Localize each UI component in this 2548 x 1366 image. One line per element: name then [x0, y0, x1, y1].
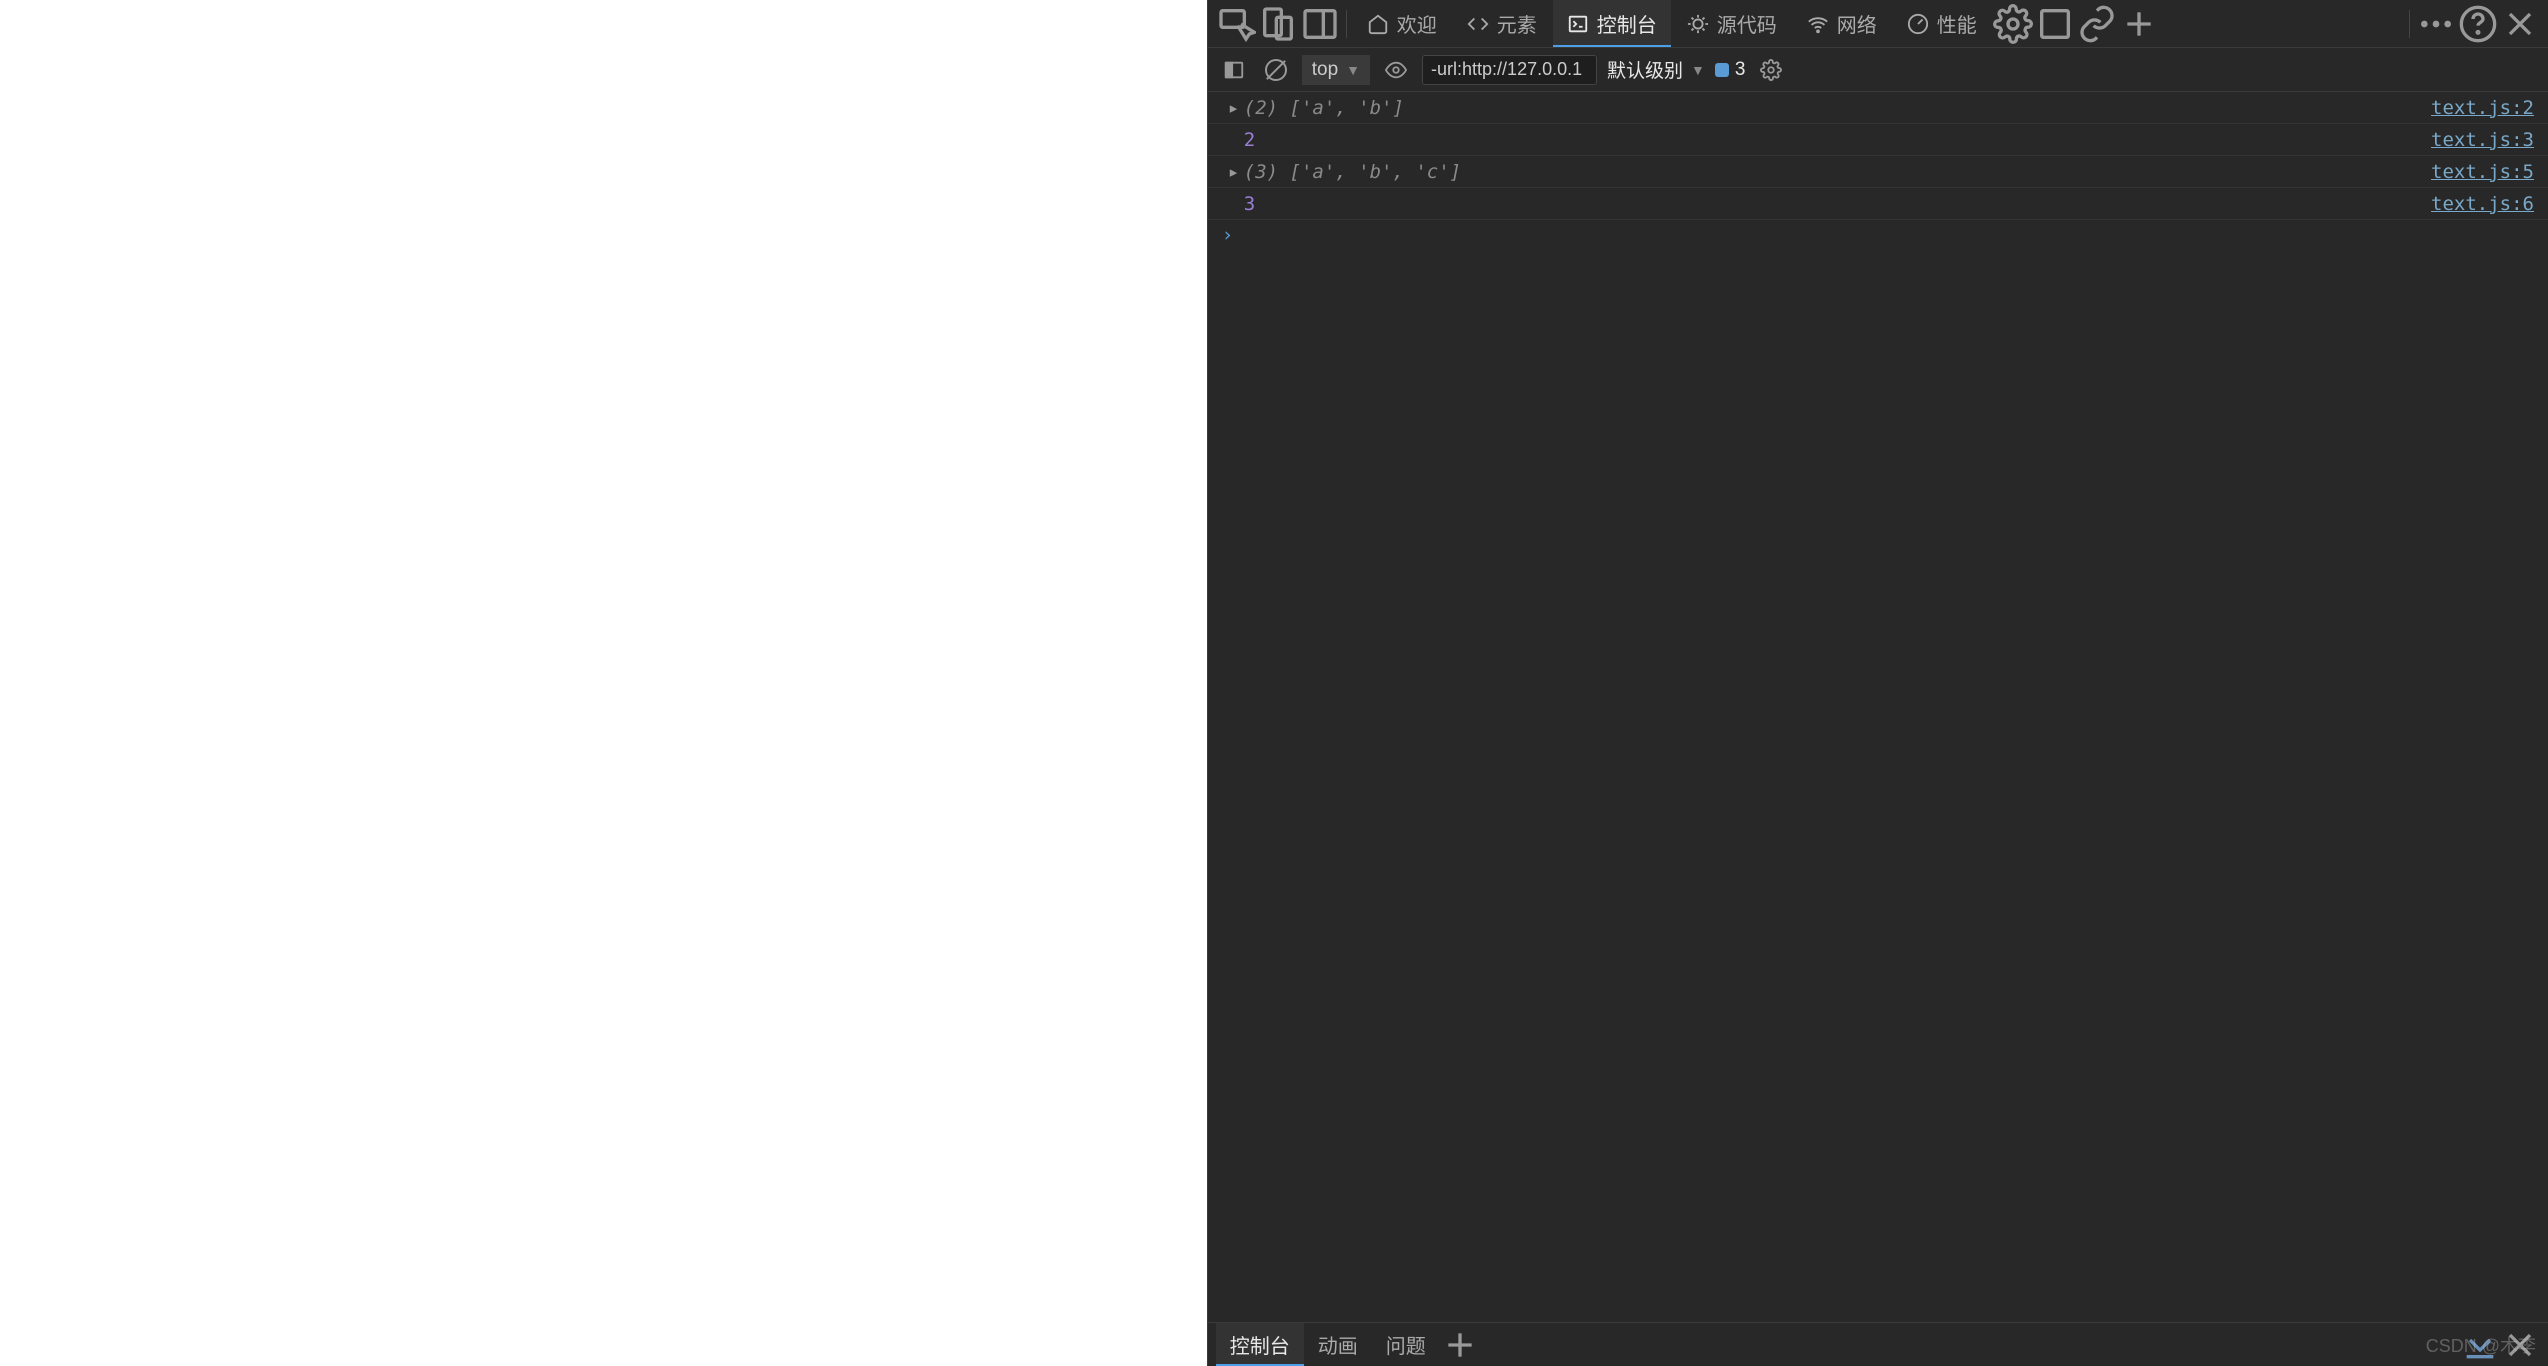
tab-console[interactable]: 控制台 [1553, 0, 1671, 47]
watermark: CSDN @木李 [2426, 1332, 2536, 1358]
log-row[interactable]: ▸ (2) ['a', 'b'] text.js:2 [1208, 92, 2548, 124]
drawer-issues-label: 问题 [1386, 1330, 1426, 1359]
tab-sources-label: 源代码 [1717, 9, 1777, 38]
tab-network[interactable]: 网络 [1793, 0, 1891, 47]
live-expression-icon[interactable] [1380, 54, 1412, 86]
log-row[interactable]: 2 text.js:3 [1208, 124, 2548, 156]
close-devtools-icon[interactable] [2500, 4, 2540, 44]
log-level-select[interactable]: 默认级别 ▼ [1607, 56, 1705, 83]
chevron-down-icon: ▼ [1346, 62, 1360, 78]
source-link[interactable]: text.js:5 [2431, 161, 2534, 183]
console-log-area: ▸ (2) ['a', 'b'] text.js:2 2 text.js:3 ▸… [1208, 92, 2548, 1322]
browser-page-content [0, 0, 1208, 1366]
dock-side-icon[interactable] [1300, 4, 1340, 44]
tab-welcome[interactable]: 欢迎 [1353, 0, 1451, 47]
drawer-tab-bar: 控制台 动画 问题 [1208, 1322, 2548, 1366]
tab-elements[interactable]: 元素 [1453, 0, 1551, 47]
tab-console-label: 控制台 [1597, 9, 1657, 38]
add-tab-icon[interactable] [2119, 4, 2159, 44]
toggle-sidebar-icon[interactable] [1218, 54, 1250, 86]
chevron-down-icon: ▼ [1691, 62, 1705, 78]
settings-gear-icon[interactable] [1993, 4, 2033, 44]
inspect-element-icon[interactable] [1216, 4, 1256, 44]
tab-welcome-label: 欢迎 [1397, 9, 1437, 38]
devtools-tab-bar: 欢迎 元素 控制台 源代码 网络 性能 [1208, 0, 2548, 48]
clear-console-icon[interactable] [1260, 54, 1292, 86]
performance-icon [1907, 13, 1929, 35]
dock-icon[interactable] [2035, 4, 2075, 44]
drawer-console-label: 控制台 [1230, 1330, 1290, 1359]
info-dot-icon [1715, 63, 1729, 77]
code-icon [1467, 13, 1489, 35]
more-icon[interactable] [2416, 4, 2456, 44]
expand-caret-icon[interactable]: ▸ [1228, 161, 1244, 183]
filter-input[interactable] [1422, 55, 1597, 85]
prompt-caret-icon: › [1222, 224, 1238, 246]
separator [1346, 10, 1347, 38]
home-icon [1367, 13, 1389, 35]
drawer-animations-label: 动画 [1318, 1330, 1358, 1359]
separator [2409, 10, 2410, 38]
source-link[interactable]: text.js:3 [2431, 129, 2534, 151]
help-icon[interactable] [2458, 4, 2498, 44]
device-toolbar-icon[interactable] [1258, 4, 1298, 44]
console-icon [1567, 13, 1589, 35]
tab-network-label: 网络 [1837, 9, 1877, 38]
info-count-value: 3 [1735, 59, 1746, 81]
issue-count[interactable]: 3 [1715, 59, 1746, 81]
execution-context-select[interactable]: top ▼ [1302, 55, 1370, 85]
tab-performance-label: 性能 [1937, 9, 1977, 38]
tab-elements-label: 元素 [1497, 9, 1537, 38]
drawer-tab-animations[interactable]: 动画 [1304, 1323, 1372, 1366]
tab-sources[interactable]: 源代码 [1673, 0, 1791, 47]
link-icon[interactable] [2077, 4, 2117, 44]
level-label: 默认级别 [1607, 56, 1683, 83]
context-label: top [1312, 59, 1338, 81]
log-row[interactable]: 3 text.js:6 [1208, 188, 2548, 220]
tab-performance[interactable]: 性能 [1893, 0, 1991, 47]
wifi-icon [1807, 13, 1829, 35]
drawer-tab-console[interactable]: 控制台 [1216, 1323, 1304, 1366]
add-drawer-tab-icon[interactable] [1440, 1325, 1480, 1365]
source-link[interactable]: text.js:2 [2431, 97, 2534, 119]
console-toolbar: top ▼ 默认级别 ▼ 3 [1208, 48, 2548, 92]
console-prompt[interactable]: › [1208, 220, 2548, 250]
source-link[interactable]: text.js:6 [2431, 193, 2534, 215]
devtools-panel: 欢迎 元素 控制台 源代码 网络 性能 [1208, 0, 2548, 1366]
log-row[interactable]: ▸ (3) ['a', 'b', 'c'] text.js:5 [1208, 156, 2548, 188]
expand-caret-icon[interactable]: ▸ [1228, 97, 1244, 119]
console-settings-icon[interactable] [1755, 54, 1787, 86]
drawer-tab-issues[interactable]: 问题 [1372, 1323, 1440, 1366]
bug-icon [1687, 13, 1709, 35]
